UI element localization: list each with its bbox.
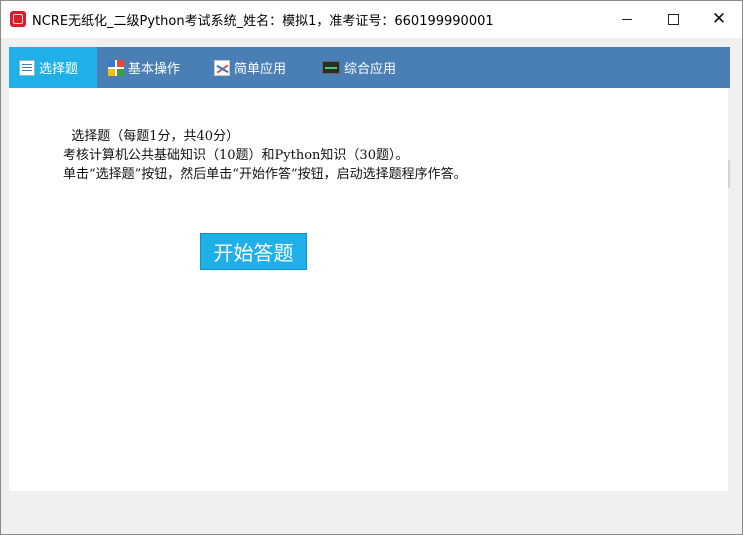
tab-comprehensive-application[interactable]: 综合应用: [322, 47, 396, 88]
app-logo-icon: [10, 11, 26, 27]
minimize-icon: [622, 19, 632, 20]
tab-label: 简单应用: [234, 62, 287, 77]
maximize-button[interactable]: [650, 1, 696, 38]
chart-icon: [214, 59, 230, 76]
instructions: 选择题（每题1分，共40分） 考核计算机公共基础知识（10题）和Python知识…: [63, 127, 467, 184]
instruction-line: 单击“选择题”按钮，然后单击“开始作答”按钮，启动选择题程序作答。: [63, 167, 467, 182]
grid-icon: [108, 59, 124, 76]
tab-label: 基本操作: [128, 62, 181, 77]
title-bar: NCRE无纸化_二级Python考试系统_姓名：模拟1，准考证号：6601999…: [1, 1, 742, 38]
content-panel: 选择题（每题1分，共40分） 考核计算机公共基础知识（10题）和Python知识…: [9, 88, 730, 491]
question-type-tabbar: 选择题 基本操作 简单应用 综合应用: [9, 47, 730, 88]
close-icon: ✕: [711, 9, 727, 29]
start-answer-button[interactable]: 开始答题: [200, 233, 307, 270]
minimize-button[interactable]: [604, 1, 650, 38]
window-title: NCRE无纸化_二级Python考试系统_姓名：模拟1，准考证号：6601999…: [32, 14, 494, 29]
tab-basic-operation[interactable]: 基本操作: [108, 47, 180, 88]
tab-label: 综合应用: [344, 62, 397, 77]
close-button[interactable]: ✕: [696, 1, 742, 38]
maximize-icon: [667, 14, 679, 25]
tab-choice-questions[interactable]: 选择题: [9, 47, 97, 88]
app-window: NCRE无纸化_二级Python考试系统_姓名：模拟1，准考证号：6601999…: [0, 0, 743, 535]
tab-label: 选择题: [39, 62, 79, 77]
monitor-icon: [322, 61, 340, 74]
list-icon: [19, 59, 35, 76]
tab-simple-application[interactable]: 简单应用: [214, 47, 286, 88]
scrollbar-mark: [728, 160, 730, 188]
instruction-line: 选择题（每题1分，共40分）: [63, 129, 240, 144]
instruction-line: 考核计算机公共基础知识（10题）和Python知识（30题）。: [63, 148, 409, 163]
